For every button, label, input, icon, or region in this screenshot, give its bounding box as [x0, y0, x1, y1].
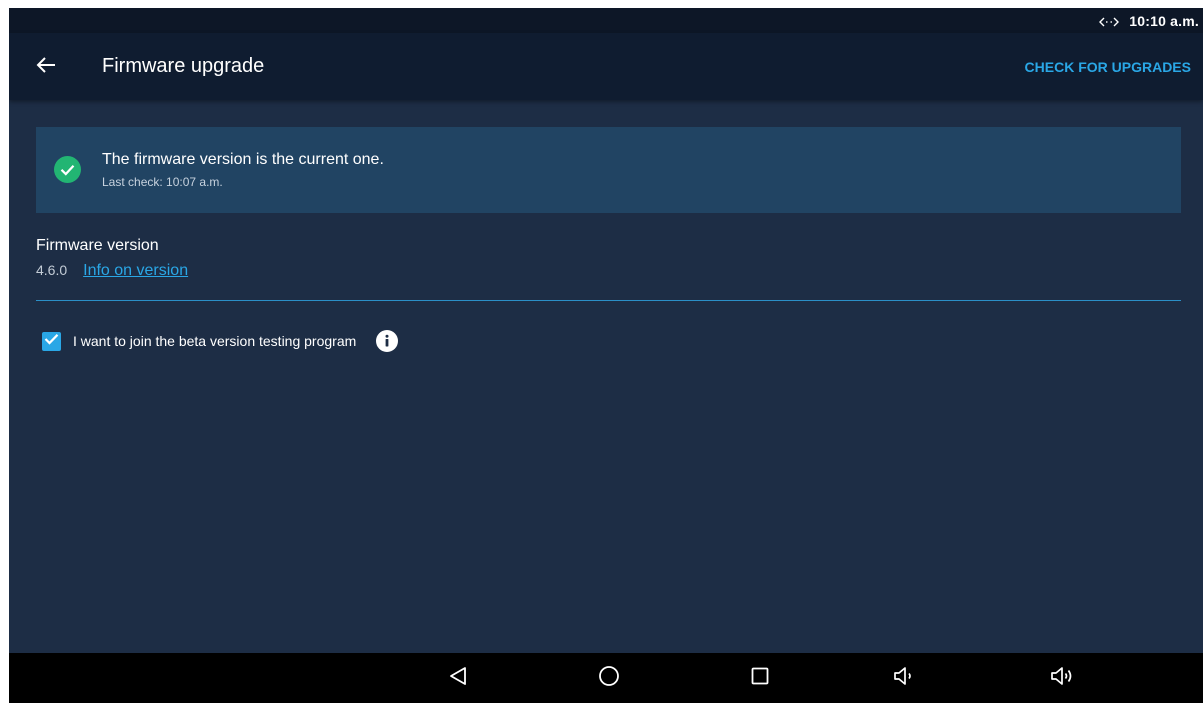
divider [36, 300, 1181, 301]
app-bar: Firmware upgrade CHECK FOR UPGRADES [9, 33, 1203, 100]
firmware-version-value: 4.6.0 [36, 262, 68, 278]
status-bar: 10:10 a.m. [9, 8, 1203, 33]
nav-back-button[interactable] [444, 665, 472, 691]
navigation-bar [9, 653, 1203, 703]
volume-up-icon [1050, 666, 1076, 691]
nav-home-button[interactable] [595, 665, 623, 691]
last-check-time: Last check: 10:07 a.m. [102, 175, 223, 189]
sync-arrows-icon [1099, 15, 1120, 27]
firmware-status-banner: The firmware version is the current one.… [36, 127, 1181, 213]
check-circle-icon [54, 156, 81, 183]
arrow-left-icon [36, 56, 56, 79]
back-button[interactable] [31, 52, 61, 82]
recents-square-icon [751, 667, 769, 690]
nav-volume-up-button[interactable] [1049, 665, 1077, 691]
beta-program-checkbox[interactable] [42, 331, 61, 351]
beta-program-row: I want to join the beta version testing … [42, 329, 399, 353]
beta-program-label[interactable]: I want to join the beta version testing … [73, 333, 356, 349]
device-screen: 10:10 a.m. Firmware upgrade CHECK FOR UP… [9, 8, 1203, 703]
firmware-version-row: 4.6.0 Info on version [36, 262, 188, 280]
status-clock: 10:10 a.m. [1129, 12, 1199, 29]
page-title: Firmware upgrade [102, 55, 265, 77]
nav-recents-button[interactable] [746, 665, 774, 691]
check-for-upgrades-button[interactable]: CHECK FOR UPGRADES [1025, 59, 1191, 75]
firmware-version-label: Firmware version [36, 237, 159, 254]
info-on-version-link[interactable]: Info on version [83, 262, 188, 280]
nav-volume-down-button[interactable] [891, 665, 919, 691]
firmware-status-message: The firmware version is the current one. [102, 151, 384, 168]
checkmark-icon [44, 332, 59, 350]
back-triangle-icon [449, 666, 467, 691]
volume-down-icon [893, 666, 917, 691]
home-circle-icon [598, 665, 620, 692]
info-circle-icon[interactable] [376, 330, 399, 352]
